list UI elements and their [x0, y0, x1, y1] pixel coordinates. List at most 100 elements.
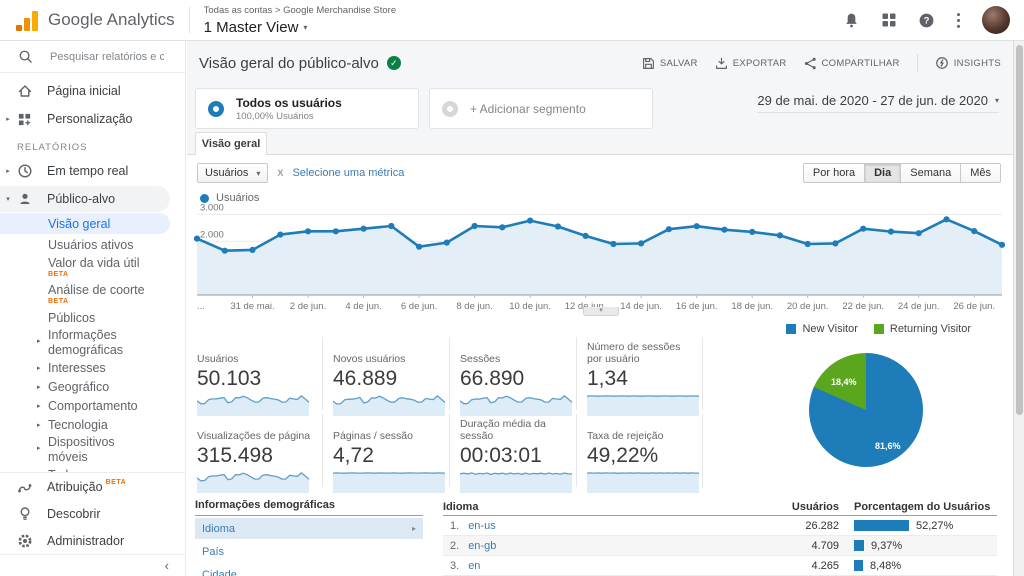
language-link[interactable]: en-us: [468, 520, 496, 532]
sidebar-item-personalization[interactable]: Personalização: [0, 105, 185, 133]
col-users: Usuários: [791, 501, 839, 513]
date-range-picker[interactable]: 29 de mai. de 2020 - 27 de jun. de 2020 …: [757, 93, 999, 113]
sidebar-item-geo[interactable]: Geográfico: [0, 377, 185, 396]
legend-swatch-icon: [786, 324, 797, 334]
sidebar-item-cohort-analysis[interactable]: Análise de coorte BETA: [0, 281, 185, 308]
sidebar-item-realtime[interactable]: Em tempo real: [0, 157, 185, 185]
granularity-month[interactable]: Mês: [961, 163, 1001, 183]
chart-expander[interactable]: [583, 307, 619, 316]
granularity-hourly[interactable]: Por hora: [802, 163, 866, 183]
metric-avg-session-duration[interactable]: Duração média da sessão 00:03:01: [449, 414, 576, 493]
share-label: COMPARTILHAR: [821, 57, 900, 69]
avatar[interactable]: [982, 6, 1010, 34]
metric-label: Duração média da sessão: [460, 417, 546, 442]
sidebar-item-attribution[interactable]: Atribuição BETA: [0, 473, 185, 500]
save-button[interactable]: SALVAR: [642, 57, 698, 70]
topbar-divider: [188, 7, 190, 33]
lightbulb-icon: [16, 506, 33, 522]
sidebar-item-mobile[interactable]: Dispositivos móveis: [0, 434, 185, 465]
logo-bar-3: [32, 10, 38, 31]
page-header: Visão geral do público-alvo SALVAR EXPOR…: [199, 50, 1001, 76]
scrollbar-thumb[interactable]: [1016, 45, 1023, 415]
sidebar-item-admin[interactable]: Administrador: [0, 527, 185, 554]
visitor-pie-chart[interactable]: [809, 353, 923, 467]
customization-icon: [16, 112, 33, 127]
svg-text:2.000: 2.000: [200, 229, 224, 240]
table-header: Idioma Usuários Porcentagem do Usuários: [443, 499, 997, 516]
apps-grid-icon[interactable]: [881, 12, 897, 28]
metric-label: Número de sessões por usuário: [587, 340, 681, 365]
sidebar-item-overview[interactable]: Visão geral: [0, 213, 170, 234]
sidebar-search: [0, 41, 185, 73]
export-button[interactable]: EXPORTAR: [715, 57, 787, 70]
metric-sessions[interactable]: Sessões 66.890: [449, 337, 576, 416]
demo-row-country[interactable]: País: [195, 541, 423, 562]
metric-pages-per-session[interactable]: Páginas / sessão 4,72: [322, 414, 449, 493]
demographics-title: Informações demográficas: [195, 499, 423, 516]
download-icon: [715, 57, 727, 69]
demo-row-city[interactable]: Cidade: [195, 564, 423, 576]
sidebar-item-label: Público-alvo: [47, 192, 116, 206]
vertical-scrollbar[interactable]: [1013, 41, 1024, 576]
more-vertical-icon[interactable]: [956, 12, 961, 29]
row-users: 26.282: [805, 519, 839, 532]
svg-text:?: ?: [924, 15, 930, 26]
google-analytics-logo-icon[interactable]: [16, 10, 38, 31]
svg-text:14 de jun.: 14 de jun.: [620, 301, 662, 312]
granularity-day[interactable]: Dia: [865, 163, 902, 183]
tab-overview[interactable]: Visão geral: [195, 132, 267, 155]
sidebar-item-interests[interactable]: Interesses: [0, 358, 185, 377]
attribution-icon: [16, 479, 33, 495]
sidebar-item-behavior[interactable]: Comportamento: [0, 396, 185, 415]
sidebar-item-label: Valor da vida útil: [48, 256, 140, 271]
page-title: Visão geral do público-alvo: [199, 54, 379, 72]
sidebar-item-discover[interactable]: Descobrir: [0, 500, 185, 527]
sidebar-item-active-users[interactable]: Usuários ativos: [0, 235, 185, 254]
sidebar-item-technology[interactable]: Tecnologia: [0, 415, 185, 434]
row-users: 4.709: [811, 539, 839, 552]
row-percent: 8,48%: [870, 559, 902, 572]
metric-selector-dropdown[interactable]: Usuários ▾: [197, 163, 269, 183]
actions-divider: [916, 54, 918, 72]
search-input[interactable]: [48, 49, 166, 64]
account-switcher[interactable]: Todas as contas > Google Merchandise Sto…: [204, 4, 397, 35]
sidebar-item-audiences[interactable]: Públicos: [0, 308, 185, 327]
metric-bounce-rate[interactable]: Taxa de rejeição 49,22%: [576, 414, 703, 493]
metric-label: Sessões: [460, 352, 501, 365]
insights-button[interactable]: INSIGHTS: [935, 56, 1001, 70]
share-button[interactable]: COMPARTILHAR: [804, 57, 900, 70]
beta-badge: BETA: [48, 270, 69, 278]
home-icon: [16, 83, 33, 99]
sidebar-item-audience[interactable]: Público-alvo: [0, 185, 185, 213]
metric-label: Novos usuários: [333, 352, 406, 365]
metric-value: 1,34: [587, 367, 628, 390]
demo-row-label: País: [202, 545, 225, 558]
col-language: Idioma: [443, 501, 479, 513]
sidebar-collapse[interactable]: ‹: [0, 554, 185, 576]
sidebar-item-lifetime-value[interactable]: Valor da vida útil BETA: [0, 254, 185, 281]
language-link[interactable]: en-gb: [468, 540, 496, 552]
select-metric-link[interactable]: Selecione uma métrica: [292, 167, 404, 179]
sidebar-item-demographics[interactable]: Informações demográficas: [0, 327, 185, 358]
metric-value: 00:03:01: [460, 444, 542, 467]
metric-new-users[interactable]: Novos usuários 46.889: [322, 337, 449, 416]
demo-row-language[interactable]: Idioma: [195, 518, 423, 539]
metric-pageviews[interactable]: Visualizações de página 315.498: [195, 414, 322, 493]
sidebar-item-home[interactable]: Página inicial: [0, 77, 185, 105]
chevron-right-icon: [37, 338, 141, 346]
granularity-week[interactable]: Semana: [901, 163, 962, 183]
notifications-bell-icon[interactable]: [843, 12, 860, 29]
chevron-right-icon: [37, 364, 41, 372]
metric-users[interactable]: Usuários 50.103: [195, 337, 322, 416]
vs-label: X: [277, 168, 284, 178]
users-line-chart[interactable]: 1.0002.0003.000...31 de mai.2 de jun.4 d…: [193, 201, 1006, 313]
language-link[interactable]: en: [468, 560, 480, 572]
sidebar-item-label: Usuários ativos: [48, 237, 134, 252]
segment-all-users[interactable]: Todos os usuários 100,00% Usuários: [195, 88, 419, 129]
add-segment-button[interactable]: + Adicionar segmento: [429, 88, 653, 129]
help-icon[interactable]: ?: [918, 12, 935, 29]
legend-returning-visitor: Returning Visitor: [873, 323, 971, 335]
sidebar-item-label: Administrador: [47, 533, 125, 548]
table-row: 3. en 4.265 8,48%: [443, 556, 997, 576]
metric-sessions-per-user[interactable]: Número de sessões por usuário 1,34: [576, 337, 703, 416]
